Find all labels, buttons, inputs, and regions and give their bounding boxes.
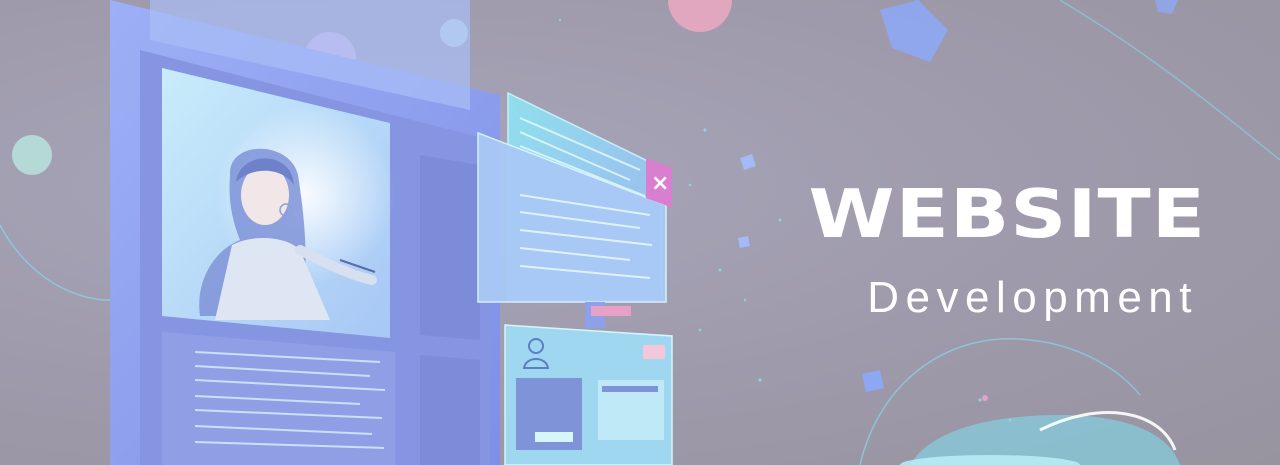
orb bbox=[12, 135, 52, 175]
crystal bbox=[880, 0, 948, 62]
crystal bbox=[862, 370, 884, 392]
crystal bbox=[740, 154, 756, 170]
hero-banner: × WEBSITE Development bbox=[0, 0, 1280, 465]
banner-title: WEBSITE bbox=[808, 176, 1206, 254]
svg-text:×: × bbox=[651, 171, 669, 196]
banner-subtitle: Development bbox=[867, 273, 1198, 322]
crystal bbox=[738, 236, 750, 248]
orb bbox=[668, 0, 732, 32]
crystal bbox=[1155, 0, 1178, 14]
orbit-line bbox=[1059, 0, 1280, 161]
